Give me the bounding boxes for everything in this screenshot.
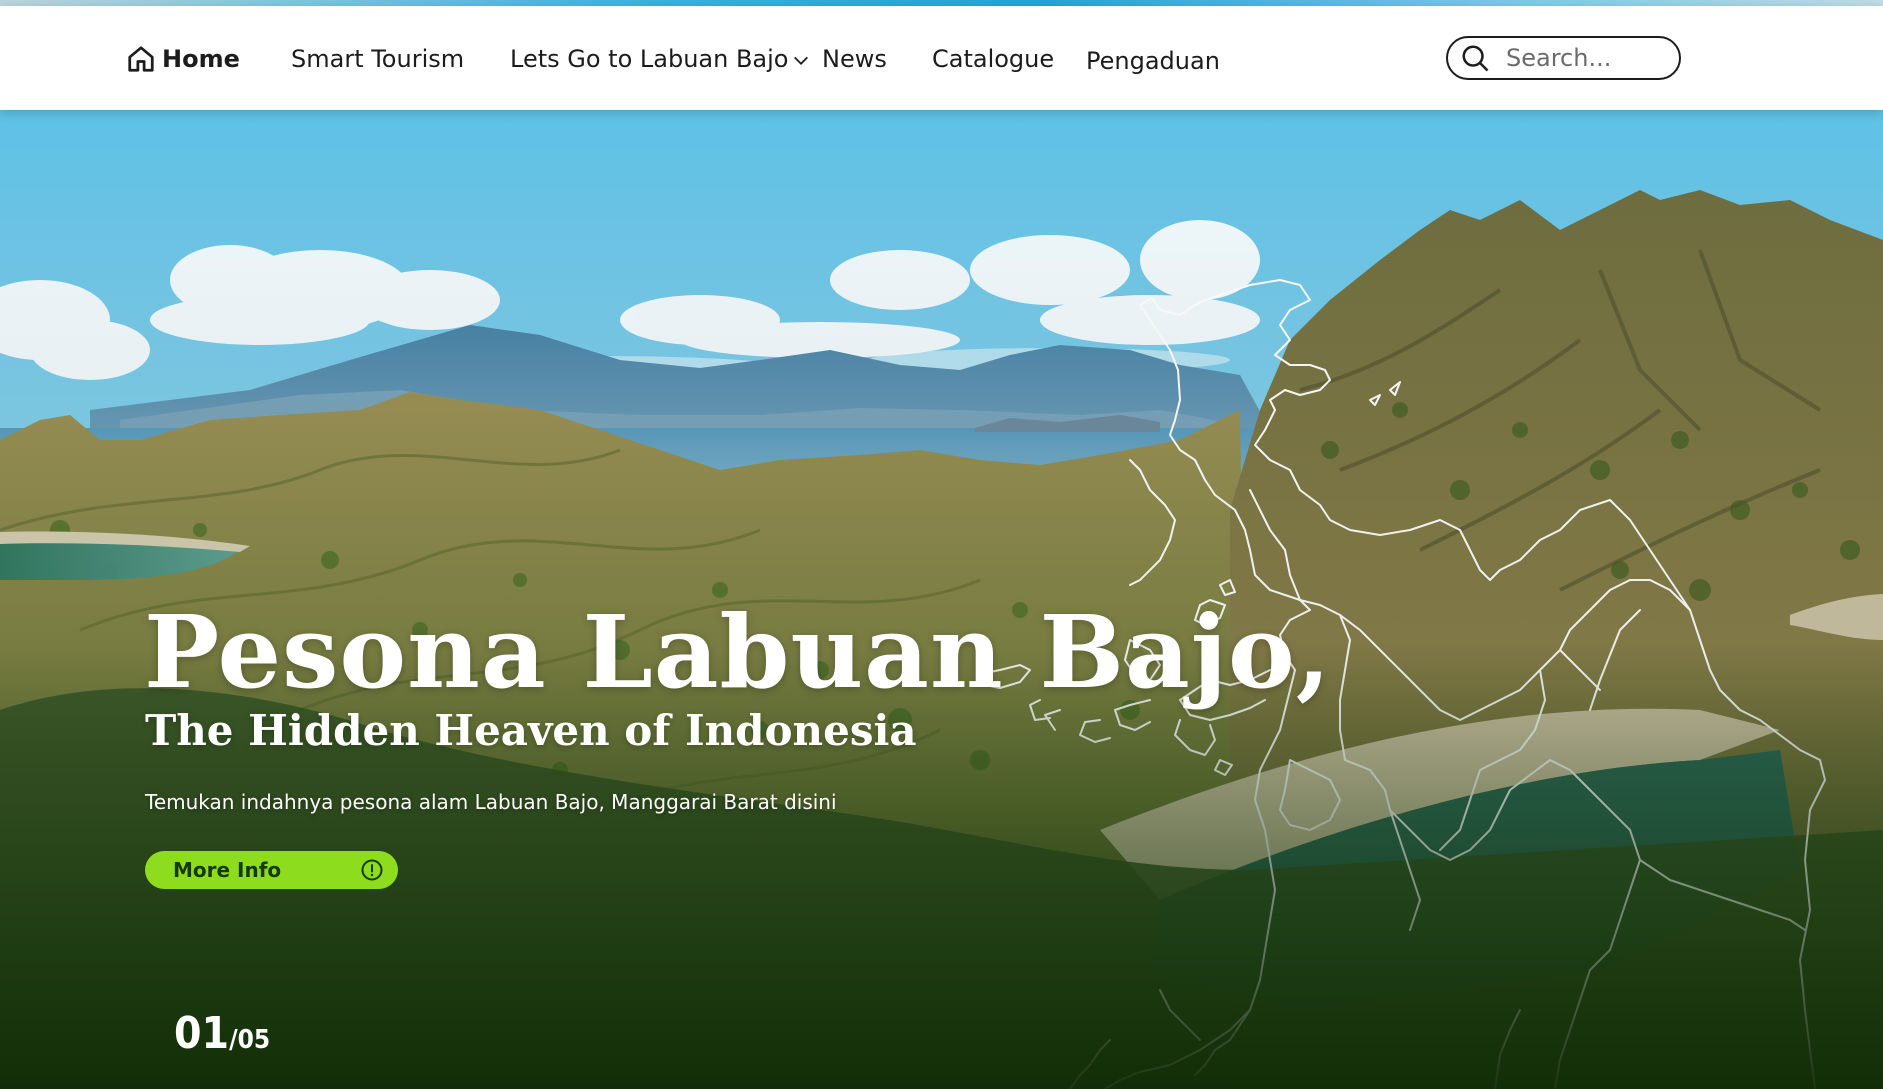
slide-separator: / [229, 1025, 238, 1055]
info-icon [361, 859, 383, 881]
nav-home-label: Home [162, 45, 240, 73]
hero-subtitle: The Hidden Heaven of Indonesia [145, 706, 917, 755]
nav-smart-tourism[interactable]: Smart Tourism [291, 44, 464, 74]
nav-lets-go-dropdown[interactable]: Lets Go to Labuan Bajo [510, 44, 810, 74]
home-icon [128, 46, 154, 72]
chevron-down-icon [794, 56, 809, 65]
nav-lets-go-label: Lets Go to Labuan Bajo [510, 45, 789, 73]
search-input[interactable] [1506, 44, 1666, 72]
search-box[interactable] [1446, 36, 1681, 80]
hero-description: Temukan indahnya pesona alam Labuan Bajo… [145, 790, 837, 814]
slide-total: 05 [237, 1025, 271, 1055]
nav-news[interactable]: News [822, 44, 887, 74]
nav-pengaduan[interactable]: Pengaduan [1086, 46, 1220, 76]
hero-banner: Pesona Labuan Bajo, The Hidden Heaven of… [0, 110, 1883, 1089]
slide-counter: 01/05 [174, 1008, 270, 1059]
nav-home[interactable]: Home [126, 44, 240, 74]
more-info-label: More Info [173, 858, 282, 882]
more-info-button[interactable]: More Info [145, 851, 398, 889]
slide-current: 01 [174, 1008, 230, 1059]
hero-title: Pesona Labuan Bajo, [144, 593, 1332, 711]
navbar: Home Smart Tourism Lets Go to Labuan Baj… [0, 6, 1883, 110]
nav-catalogue[interactable]: Catalogue [932, 44, 1054, 74]
search-icon [1462, 45, 1489, 72]
